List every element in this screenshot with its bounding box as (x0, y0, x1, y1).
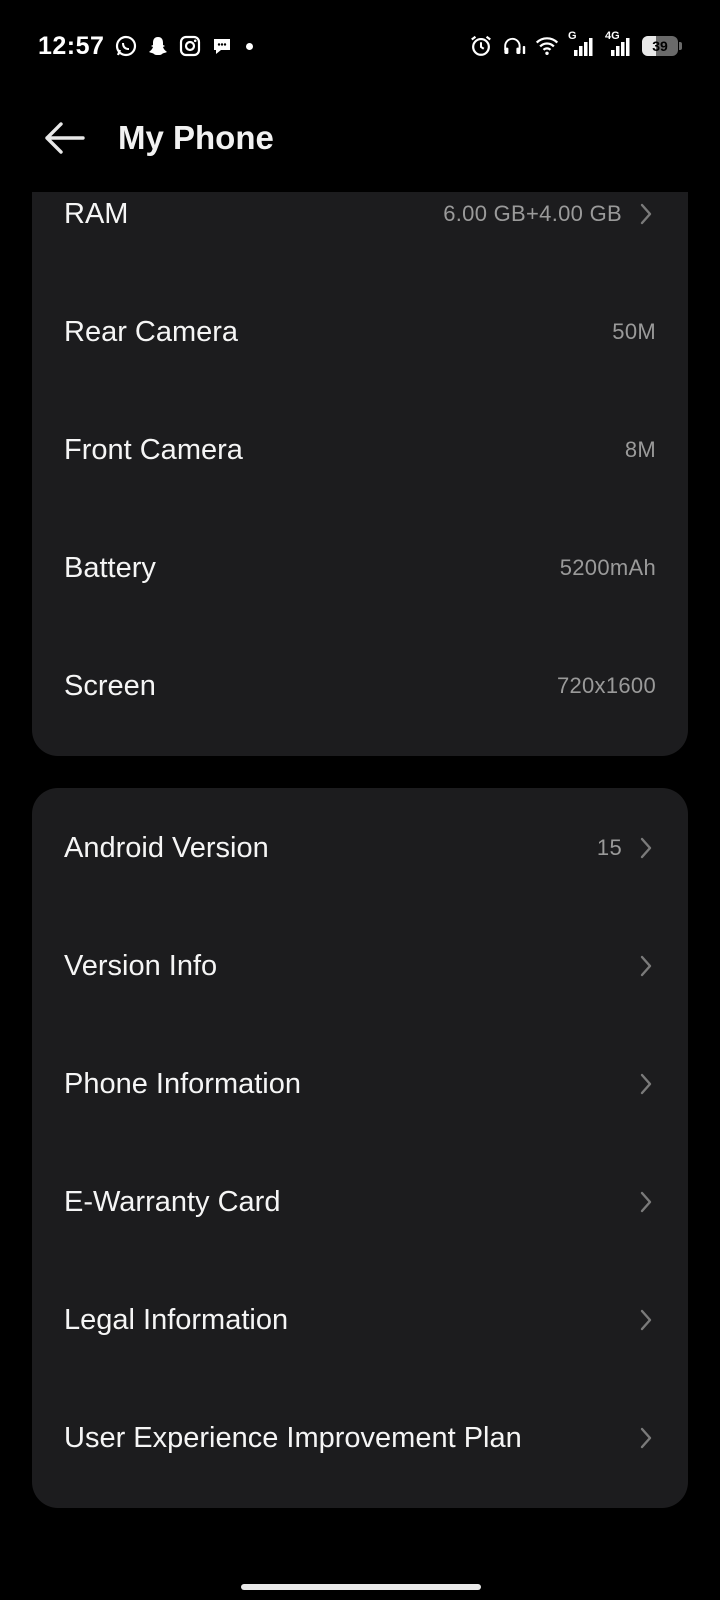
spec-value: 8M (624, 437, 656, 462)
instagram-icon (178, 34, 202, 58)
chevron-right-icon (636, 202, 656, 226)
status-bar-right: G 4G 39 (469, 30, 682, 59)
menu-item-label: Phone Information (64, 1067, 301, 1100)
menu-item-label: Version Info (64, 949, 218, 982)
menu-item-android-version[interactable]: Android Version 15 (32, 788, 688, 908)
chevron-right-icon (636, 1308, 656, 1332)
chat-bubble-icon (210, 34, 234, 58)
chevron-right-icon (636, 954, 656, 978)
specs-card: RAM 6.00 GB+4.00 GB Rear Camera 50M Fron… (32, 192, 688, 756)
status-time: 12:57 (38, 31, 105, 60)
menu-item-e-warranty-card[interactable]: E-Warranty Card (32, 1142, 688, 1262)
menu-item-legal-information[interactable]: Legal Information (32, 1260, 688, 1380)
menu-item-value: 15 (596, 835, 622, 860)
spec-value: 5200mAh (559, 555, 656, 580)
network-type-label: 4G (605, 30, 620, 42)
menu-item-label: User Experience Improvement Plan (64, 1421, 522, 1454)
snapchat-icon (146, 34, 170, 58)
menu-item-version-info[interactable]: Version Info (32, 906, 688, 1026)
home-gesture-bar[interactable] (241, 1584, 481, 1590)
more-notifications-dot (246, 42, 254, 50)
spec-row-ram[interactable]: RAM 6.00 GB+4.00 GB (32, 154, 688, 274)
status-bar: 12:57 G 4G 39 (0, 0, 720, 92)
chevron-right-icon (636, 1072, 656, 1096)
spec-label: RAM (64, 197, 129, 230)
spec-value: 50M (612, 319, 656, 344)
chevron-right-icon (636, 1190, 656, 1214)
headphones-icon (502, 34, 526, 58)
menu-item-phone-information[interactable]: Phone Information (32, 1024, 688, 1144)
spec-row-screen: Screen 720x1600 (32, 626, 688, 746)
spec-value: 6.00 GB+4.00 GB (443, 201, 622, 226)
status-bar-left: 12:57 (38, 31, 254, 61)
battery-level: 39 (652, 38, 668, 54)
spec-row-rear-camera: Rear Camera 50M (32, 272, 688, 392)
spec-row-battery: Battery 5200mAh (32, 508, 688, 628)
spec-label: Battery (64, 551, 156, 584)
spec-label: Screen (64, 669, 156, 702)
wifi-icon (535, 34, 559, 58)
menu-item-user-experience-improvement-plan[interactable]: User Experience Improvement Plan (32, 1378, 688, 1498)
chevron-right-icon (636, 836, 656, 860)
cellular-signal-1: G (568, 30, 596, 59)
menu-item-label: Legal Information (64, 1303, 289, 1336)
spec-row-front-camera: Front Camera 8M (32, 390, 688, 510)
back-arrow-icon (45, 122, 85, 154)
chevron-right-icon (636, 1426, 656, 1450)
info-card: Android Version 15 Version Info Phone In… (32, 788, 688, 1508)
spec-value: 720x1600 (556, 673, 656, 698)
spec-label: Rear Camera (64, 315, 239, 348)
cellular-signal-2: 4G (605, 30, 633, 59)
battery-icon: 39 (642, 36, 682, 56)
menu-item-label: Android Version (64, 831, 269, 864)
page-title: My Phone (118, 119, 274, 156)
network-type-label: G (568, 30, 577, 42)
alarm-icon (469, 34, 493, 58)
menu-item-label: E-Warranty Card (64, 1185, 281, 1218)
spec-label: Front Camera (64, 433, 243, 466)
whatsapp-icon (114, 34, 138, 58)
